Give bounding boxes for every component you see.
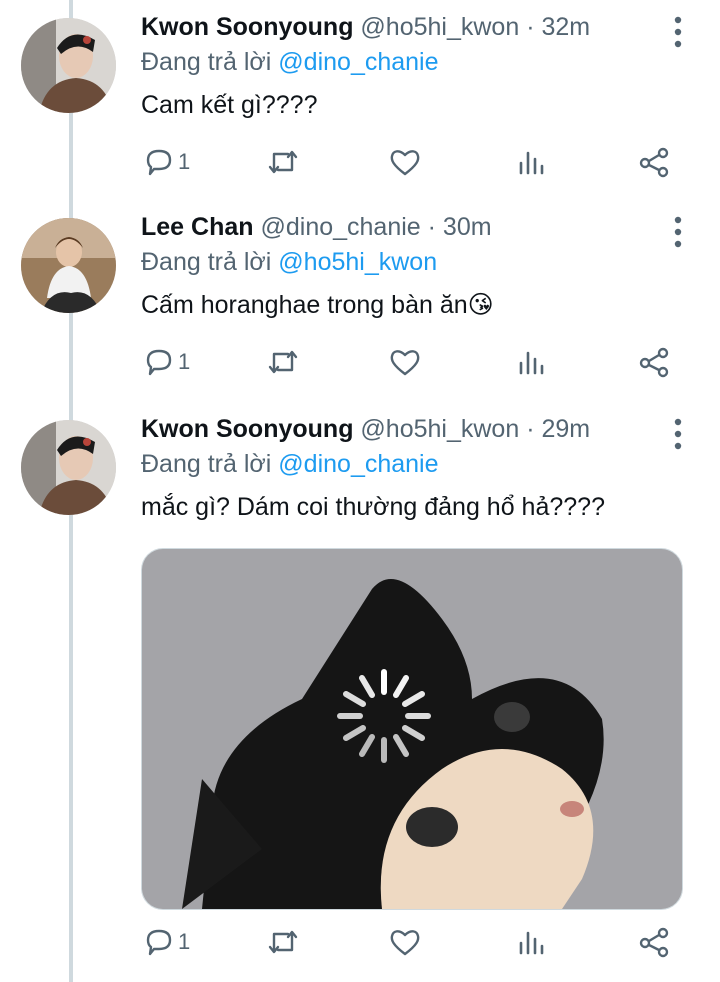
like-button[interactable] (389, 922, 421, 962)
retweet-button[interactable] (266, 922, 300, 962)
like-button[interactable] (389, 342, 421, 382)
tweet-header: Kwon Soonyoung @ho5hi_kwon · 32m (141, 12, 590, 42)
like-icon (389, 347, 421, 377)
replying-label: Đang trả lời (141, 450, 272, 478)
avatar[interactable] (21, 18, 116, 113)
more-icon[interactable] (668, 416, 688, 452)
reply-icon (144, 147, 174, 177)
analytics-icon (516, 147, 546, 177)
share-button[interactable] (637, 142, 671, 182)
action-bar: 1 (141, 922, 681, 962)
author-name[interactable]: Lee Chan (141, 213, 254, 241)
replying-to: Đang trả lời @dino_chanie (141, 448, 439, 480)
analytics-icon (516, 347, 546, 377)
mention-link[interactable]: @dino_chanie (278, 450, 438, 478)
share-button[interactable] (637, 342, 671, 382)
reply-button[interactable]: 1 (144, 142, 190, 182)
replying-to: Đang trả lời @ho5hi_kwon (141, 246, 437, 278)
share-icon (637, 926, 671, 958)
action-bar: 1 (141, 142, 681, 182)
like-button[interactable] (389, 142, 421, 182)
like-icon (389, 927, 421, 957)
action-bar: 1 (141, 342, 681, 382)
tweet-header: Lee Chan @dino_chanie · 30m (141, 212, 492, 242)
tweet-header: Kwon Soonyoung @ho5hi_kwon · 29m (141, 414, 590, 444)
kiss-emoji: 😘 (467, 291, 494, 319)
analytics-button[interactable] (516, 342, 546, 382)
author-name[interactable]: Kwon Soonyoung (141, 13, 353, 41)
mention-link[interactable]: @dino_chanie (278, 48, 438, 76)
replying-label: Đang trả lời (141, 248, 272, 276)
reply-count: 1 (178, 929, 191, 954)
analytics-button[interactable] (516, 142, 546, 182)
retweet-icon (266, 147, 300, 177)
share-icon (637, 346, 671, 378)
analytics-button[interactable] (516, 922, 546, 962)
author-name[interactable]: Kwon Soonyoung (141, 415, 353, 443)
analytics-icon (516, 927, 546, 957)
mention-link[interactable]: @ho5hi_kwon (278, 248, 437, 276)
share-icon (637, 146, 671, 178)
tweet-media-image[interactable] (141, 548, 683, 910)
author-handle[interactable]: @ho5hi_kwon (360, 415, 519, 443)
retweet-button[interactable] (266, 342, 300, 382)
author-handle[interactable]: @ho5hi_kwon (360, 13, 519, 41)
replying-label: Đang trả lời (141, 48, 272, 76)
share-button[interactable] (637, 922, 671, 962)
tweet-text: mắc gì? Dám coi thường đảng hổ hả???? (141, 493, 605, 521)
tweet-time[interactable]: · 32m (526, 13, 590, 41)
retweet-icon (266, 927, 300, 957)
tweet-time[interactable]: · 30m (428, 213, 492, 241)
tweet-text-content: Cấm horanghae trong bàn ăn (141, 291, 468, 319)
reply-icon (144, 927, 174, 957)
loading-spinner-icon (332, 664, 436, 768)
more-icon[interactable] (668, 14, 688, 50)
like-icon (389, 147, 421, 177)
more-icon[interactable] (668, 214, 688, 250)
avatar[interactable] (21, 420, 116, 515)
author-handle[interactable]: @dino_chanie (260, 213, 420, 241)
reply-icon (144, 347, 174, 377)
avatar[interactable] (21, 218, 116, 313)
retweet-button[interactable] (266, 142, 300, 182)
tweet-text: Cấm horanghae trong bàn ăn😘 (141, 288, 494, 322)
retweet-icon (266, 347, 300, 377)
tweet-time[interactable]: · 29m (526, 415, 590, 443)
reply-button[interactable]: 1 (144, 342, 190, 382)
reply-count: 1 (178, 149, 191, 174)
reply-button[interactable]: 1 (144, 922, 190, 962)
tweet-text: Cam kết gì???? (141, 91, 318, 119)
reply-count: 1 (178, 349, 191, 374)
replying-to: Đang trả lời @dino_chanie (141, 46, 439, 78)
